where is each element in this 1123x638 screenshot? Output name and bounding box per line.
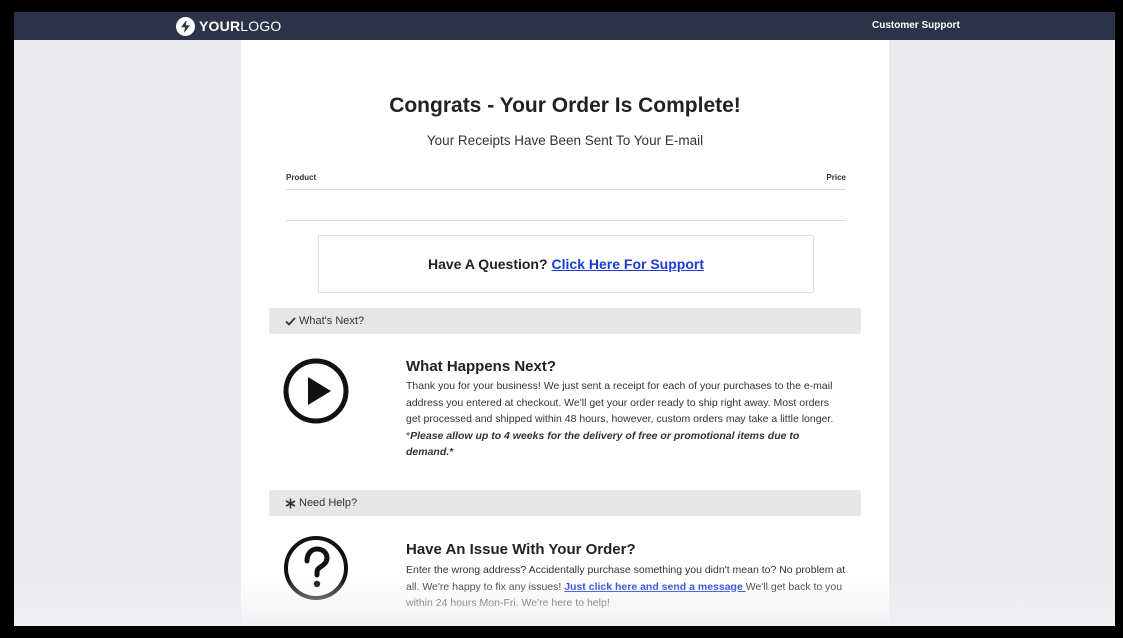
lightning-bolt-icon [176, 16, 195, 36]
whats-next-bar: What's Next? [269, 308, 861, 334]
support-link[interactable]: Click Here For Support [552, 256, 704, 272]
content-panel: Congrats - Your Order Is Complete! Your … [241, 40, 889, 626]
top-nav-bar: YOURLOGO Customer Support [14, 12, 1115, 40]
support-callout-prefix: Have A Question? [427, 256, 548, 272]
need-help-text: Enter the wrong address? Accidentally pu… [406, 564, 846, 609]
need-help-bar: Need Help? [269, 490, 861, 516]
need-help-label: Need Help? [299, 497, 358, 509]
support-callout: Have A Question? Click Here For Support [318, 235, 814, 293]
whats-next-heading: What Happens Next? [406, 358, 557, 375]
checkmark-icon [285, 316, 296, 326]
question-circle-icon [282, 534, 350, 602]
logo[interactable]: YOURLOGO [176, 16, 282, 36]
browser-viewport: YOURLOGO Customer Support Congrats - You… [14, 12, 1115, 626]
logo-text: YOURLOGO [199, 18, 282, 34]
page-subtitle: Your Receipts Have Been Sent To Your E-m… [426, 133, 704, 148]
customer-support-link[interactable]: Customer Support [872, 20, 960, 31]
need-help-heading: Have An Issue With Your Order? [406, 541, 636, 558]
page-title: Congrats - Your Order Is Complete! [389, 94, 741, 117]
send-message-link[interactable]: Just click here and send a message [564, 581, 746, 593]
product-column-header: Product [286, 173, 317, 182]
table-bottom-divider [285, 220, 846, 221]
whats-next-text: Thank you for your business! We just sen… [406, 380, 834, 458]
play-circle-icon [282, 357, 350, 425]
whats-next-label: What's Next? [299, 315, 365, 327]
asterisk-icon [285, 498, 296, 509]
table-header-divider [285, 189, 846, 190]
price-column-header: Price [826, 173, 846, 182]
